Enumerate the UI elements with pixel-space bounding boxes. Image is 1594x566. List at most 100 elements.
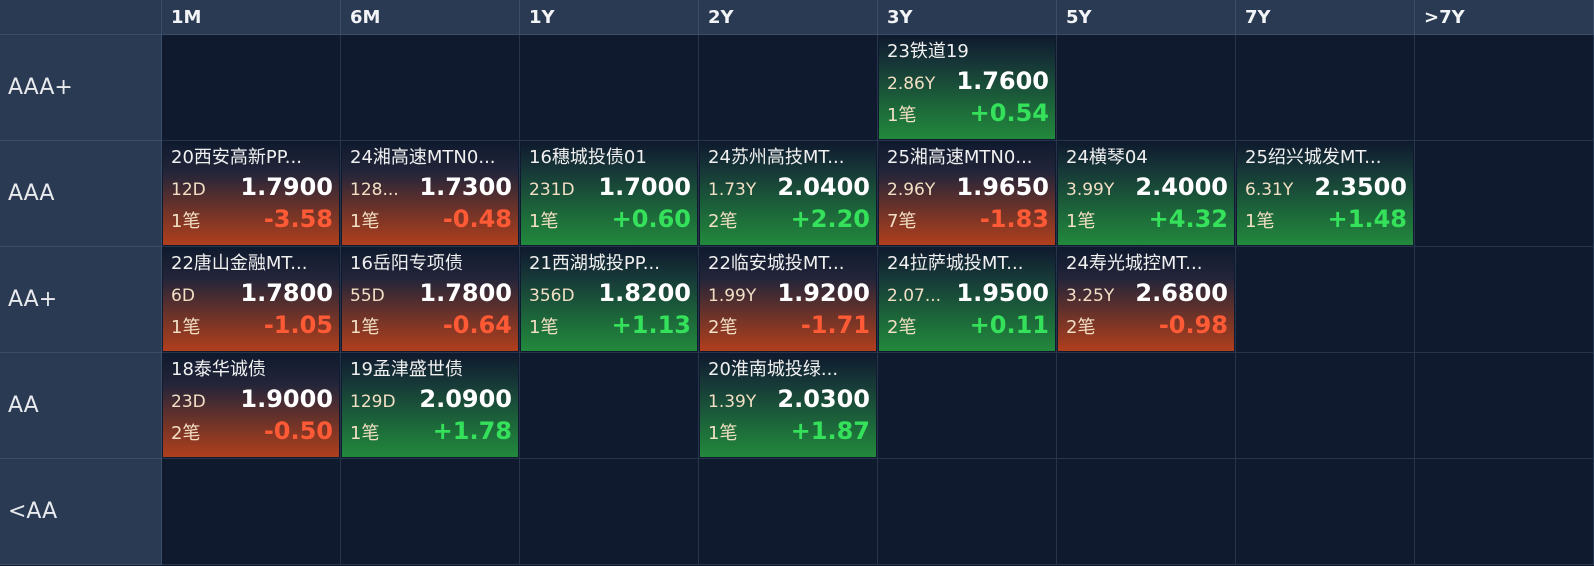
grid-cell[interactable]: 24寿光城控MT... 3.25Y 2.6800 2笔 -0.98	[1057, 247, 1236, 353]
yield-price: 1.7600	[956, 67, 1049, 95]
bond-quote-card[interactable]: 20西安高新PP... 12D 1.7900 1笔 -3.58	[163, 142, 339, 245]
count-change-row: 1笔 +0.54	[887, 97, 1049, 129]
yield-price: 1.7900	[240, 173, 333, 201]
grid-cell[interactable]: 22唐山金融MT... 6D 1.7800 1笔 -1.05	[162, 247, 341, 353]
grid-cell[interactable]: 18泰华诚债 23D 1.9000 2笔 -0.50	[162, 353, 341, 459]
grid-cell	[1057, 459, 1236, 565]
yield-price: 2.0400	[777, 173, 870, 201]
yield-change: -0.50	[263, 417, 333, 445]
grid-cell	[1415, 353, 1594, 459]
grid-cell[interactable]: 16岳阳专项债 55D 1.7800 1笔 -0.64	[341, 247, 520, 353]
row-header-rating: AAA+	[0, 35, 162, 141]
grid-cell	[520, 35, 699, 141]
term-price-row: 2.96Y 1.9650	[887, 171, 1049, 203]
bond-quote-card[interactable]: 25绍兴城发MT... 6.31Y 2.3500 1笔 +1.48	[1237, 142, 1413, 245]
yield-change: +1.13	[611, 311, 691, 339]
remaining-term: 23D	[171, 392, 206, 412]
remaining-term: 12D	[171, 180, 206, 200]
column-header[interactable]: 7Y	[1236, 0, 1415, 35]
grid-cell[interactable]: 25绍兴城发MT... 6.31Y 2.3500 1笔 +1.48	[1236, 141, 1415, 247]
yield-change: -0.98	[1158, 311, 1228, 339]
grid-cell[interactable]: 25湘高速MTN0... 2.96Y 1.9650 7笔 -1.83	[878, 141, 1057, 247]
term-price-row: 3.25Y 2.6800	[1066, 277, 1228, 309]
bond-quote-card[interactable]: 16岳阳专项债 55D 1.7800 1笔 -0.64	[342, 248, 518, 351]
bond-quote-card[interactable]: 24苏州高技MT... 1.73Y 2.0400 2笔 +2.20	[700, 142, 876, 245]
term-price-row: 55D 1.7800	[350, 277, 512, 309]
bond-quote-card[interactable]: 22唐山金融MT... 6D 1.7800 1笔 -1.05	[163, 248, 339, 351]
grid-cell[interactable]: 21西湖城投PP... 356D 1.8200 1笔 +1.13	[520, 247, 699, 353]
yield-price: 1.9650	[956, 173, 1049, 201]
bond-quote-card[interactable]: 22临安城投MT... 1.99Y 1.9200 2笔 -1.71	[700, 248, 876, 351]
grid-cell	[1415, 141, 1594, 247]
term-price-row: 23D 1.9000	[171, 383, 333, 415]
bond-quote-card[interactable]: 24湘高速MTN0... 128... 1.7300 1笔 -0.48	[342, 142, 518, 245]
column-header[interactable]: 1Y	[520, 0, 699, 35]
column-header[interactable]: 2Y	[699, 0, 878, 35]
yield-change: -0.64	[442, 311, 512, 339]
trade-count: 2笔	[887, 317, 917, 338]
count-change-row: 1笔 -3.58	[171, 203, 333, 235]
grid-cell[interactable]: 23铁道19 2.86Y 1.7600 1笔 +0.54	[878, 35, 1057, 141]
trade-count: 1笔	[1245, 211, 1275, 232]
grid-cell[interactable]: 24拉萨城投MT... 2.07... 1.9500 2笔 +0.11	[878, 247, 1057, 353]
bond-quote-card[interactable]: 24寿光城控MT... 3.25Y 2.6800 2笔 -0.98	[1058, 248, 1234, 351]
grid-cell	[1415, 459, 1594, 565]
bond-quote-card[interactable]: 21西湖城投PP... 356D 1.8200 1笔 +1.13	[521, 248, 697, 351]
grid-cell[interactable]: 22临安城投MT... 1.99Y 1.9200 2笔 -1.71	[699, 247, 878, 353]
yield-price: 2.0900	[419, 385, 512, 413]
grid-cell[interactable]: 24横琴04 3.99Y 2.4000 1笔 +4.32	[1057, 141, 1236, 247]
yield-change: +1.78	[432, 417, 512, 445]
count-change-row: 1笔 +0.60	[529, 203, 691, 235]
grid-cell	[1415, 247, 1594, 353]
yield-change: -1.83	[979, 205, 1049, 233]
yield-change: -0.48	[442, 205, 512, 233]
column-header[interactable]: 6M	[341, 0, 520, 35]
column-header[interactable]: 1M	[162, 0, 341, 35]
yield-change: -3.58	[263, 205, 333, 233]
grid-cell	[1236, 35, 1415, 141]
grid-cell	[1236, 353, 1415, 459]
column-header[interactable]: >7Y	[1415, 0, 1594, 35]
bond-name: 20西安高新PP...	[171, 147, 302, 168]
trade-count: 1笔	[1066, 211, 1096, 232]
trade-count: 1笔	[350, 211, 380, 232]
bond-name: 21西湖城投PP...	[529, 253, 660, 274]
bond-quote-card[interactable]: 24横琴04 3.99Y 2.4000 1笔 +4.32	[1058, 142, 1234, 245]
grid-cell	[520, 459, 699, 565]
trade-count: 1笔	[708, 423, 738, 444]
grid-cell	[1236, 459, 1415, 565]
grid-cell[interactable]: 19孟津盛世债 129D 2.0900 1笔 +1.78	[341, 353, 520, 459]
remaining-term: 2.07...	[887, 286, 942, 306]
bond-quote-card[interactable]: 23铁道19 2.86Y 1.7600 1笔 +0.54	[879, 36, 1055, 139]
column-header[interactable]: 5Y	[1057, 0, 1236, 35]
trade-count: 1笔	[171, 317, 201, 338]
grid-cell[interactable]: 16穗城投债01 231D 1.7000 1笔 +0.60	[520, 141, 699, 247]
trade-count: 2笔	[171, 423, 201, 444]
column-header[interactable]: 3Y	[878, 0, 1057, 35]
grid-cell[interactable]: 20淮南城投绿... 1.39Y 2.0300 1笔 +1.87	[699, 353, 878, 459]
grid-cell[interactable]: 24湘高速MTN0... 128... 1.7300 1笔 -0.48	[341, 141, 520, 247]
bond-quote-card[interactable]: 24拉萨城投MT... 2.07... 1.9500 2笔 +0.11	[879, 248, 1055, 351]
yield-change: +1.87	[790, 417, 870, 445]
grid-cell[interactable]: 20西安高新PP... 12D 1.7900 1笔 -3.58	[162, 141, 341, 247]
grid-cell[interactable]: 24苏州高技MT... 1.73Y 2.0400 2笔 +2.20	[699, 141, 878, 247]
bond-quote-card[interactable]: 18泰华诚债 23D 1.9000 2笔 -0.50	[163, 354, 339, 457]
corner-header	[0, 0, 162, 35]
grid-cell	[1236, 247, 1415, 353]
bond-quote-card[interactable]: 16穗城投债01 231D 1.7000 1笔 +0.60	[521, 142, 697, 245]
bond-quote-card[interactable]: 20淮南城投绿... 1.39Y 2.0300 1笔 +1.87	[700, 354, 876, 457]
grid-cell	[878, 459, 1057, 565]
bond-name: 24拉萨城投MT...	[887, 253, 1024, 274]
grid-cell	[1415, 35, 1594, 141]
grid-cell	[1057, 35, 1236, 141]
term-price-row: 1.99Y 1.9200	[708, 277, 870, 309]
count-change-row: 2笔 -0.50	[171, 415, 333, 447]
row-header-rating: AA	[0, 353, 162, 459]
yield-price: 2.6800	[1135, 279, 1228, 307]
bond-quote-card[interactable]: 25湘高速MTN0... 2.96Y 1.9650 7笔 -1.83	[879, 142, 1055, 245]
yield-price: 1.9500	[956, 279, 1049, 307]
bond-quote-card[interactable]: 19孟津盛世债 129D 2.0900 1笔 +1.78	[342, 354, 518, 457]
yield-change: +2.20	[790, 205, 870, 233]
yield-change: -1.05	[263, 311, 333, 339]
count-change-row: 2笔 -0.98	[1066, 309, 1228, 341]
